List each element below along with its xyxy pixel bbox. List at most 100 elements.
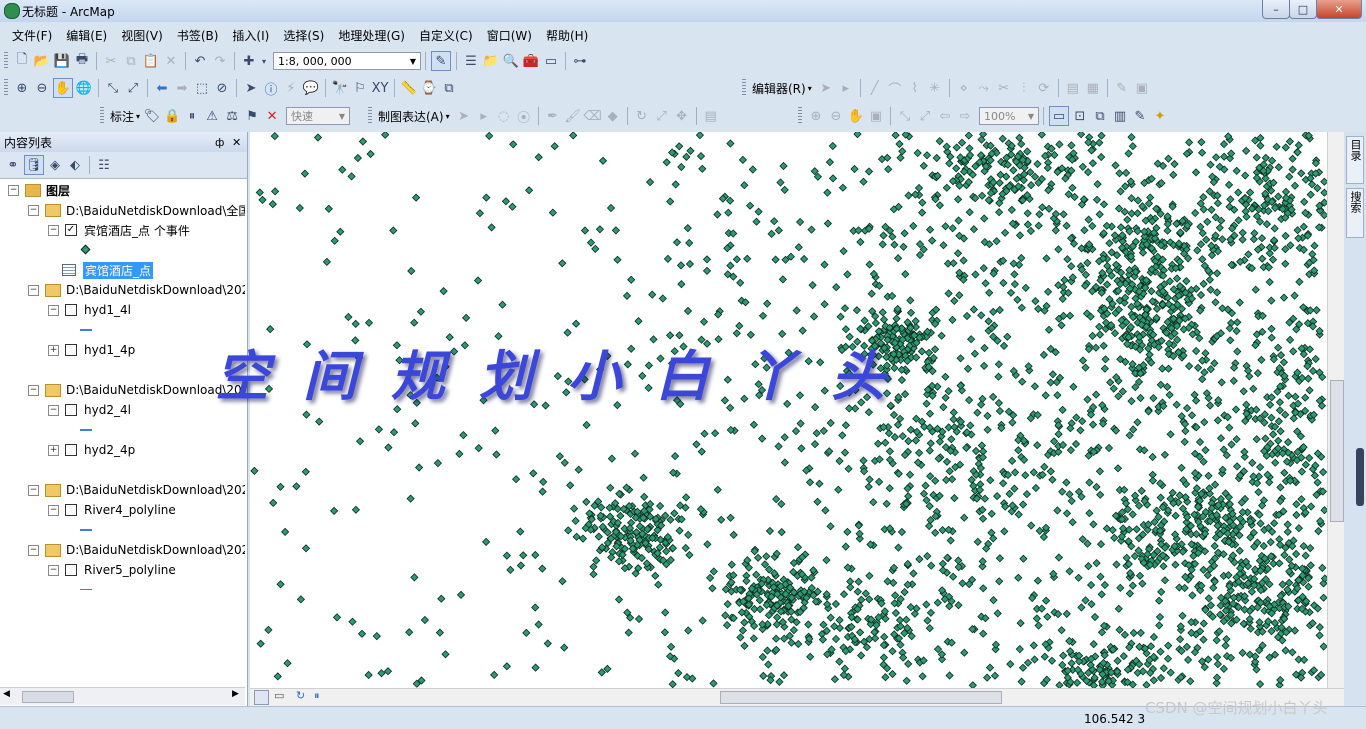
layer-visibility-checkbox[interactable] bbox=[65, 344, 77, 356]
arctoolbox-icon[interactable]: 🧰 bbox=[522, 52, 540, 70]
print-icon[interactable]: 🖶 bbox=[73, 52, 91, 70]
create-viewer-window-icon[interactable]: ⧉ bbox=[440, 79, 458, 97]
clear-selection-icon[interactable]: ⊘ bbox=[213, 79, 231, 97]
collapse-icon[interactable]: − bbox=[28, 544, 39, 556]
full-extent-globe-icon[interactable]: 🌐 bbox=[75, 79, 93, 97]
pan-hand-icon[interactable]: ✋ bbox=[53, 78, 73, 98]
new-sparkle-icon[interactable]: ✦ bbox=[1151, 107, 1169, 125]
hyperlink-icon[interactable]: ⚡ bbox=[282, 79, 300, 97]
zoom-in-icon[interactable]: ⊕ bbox=[13, 79, 31, 97]
pen-tool-icon[interactable]: ✒ bbox=[544, 107, 562, 125]
end-point-arc-icon[interactable]: ⌒ bbox=[886, 79, 904, 98]
data-driven-pages-icon[interactable]: ▥ bbox=[1111, 107, 1129, 125]
menu-customize[interactable]: 自定义(C) bbox=[413, 27, 479, 44]
label-weight-icon[interactable]: ⚖ bbox=[223, 107, 241, 125]
data-view-icon[interactable]: ▭ bbox=[274, 689, 284, 702]
menu-bookmarks[interactable]: 书签(B) bbox=[171, 27, 225, 44]
layer-visibility-checkbox[interactable] bbox=[65, 444, 77, 456]
lock-labels-icon[interactable]: 🔒 bbox=[163, 107, 181, 125]
label-priority-icon[interactable]: ⚑ bbox=[243, 107, 261, 125]
move-icon[interactable]: ✥ bbox=[673, 107, 691, 125]
map-scale-combobox[interactable]: 1:8, 000, 000 ▼ bbox=[273, 52, 421, 70]
menu-view[interactable]: 视图(V) bbox=[115, 27, 169, 44]
layers-root[interactable]: − 图层 bbox=[8, 181, 70, 199]
view-unplaced-labels-icon[interactable]: ⚠ bbox=[203, 107, 221, 125]
standalone-table-item[interactable]: 宾馆酒店_点 bbox=[62, 261, 154, 279]
direct-select-icon[interactable]: ▸ bbox=[475, 107, 493, 125]
expand-icon[interactable]: + bbox=[48, 344, 59, 356]
chevron-down-icon[interactable]: ▾ bbox=[260, 52, 268, 70]
expand-icon[interactable]: + bbox=[48, 444, 59, 456]
brush-tool-icon[interactable]: 🖌 bbox=[564, 107, 582, 125]
back-extent-page-icon[interactable]: ⇦ bbox=[936, 107, 954, 125]
representation-properties-icon[interactable]: ▤ bbox=[702, 107, 720, 125]
select-features-icon[interactable]: ⬚ bbox=[193, 79, 211, 97]
collapse-icon[interactable]: − bbox=[48, 564, 59, 576]
menu-geoprocessing[interactable]: 地理处理(G) bbox=[332, 27, 411, 44]
collapse-icon[interactable]: − bbox=[48, 404, 59, 416]
change-layout-icon[interactable]: ⧉ bbox=[1091, 107, 1109, 125]
collapse-icon[interactable]: − bbox=[28, 384, 39, 396]
layer-item[interactable]: + hyd1_4p bbox=[48, 341, 135, 359]
layer-item[interactable]: + hyd2_4p bbox=[48, 441, 135, 459]
layer-item[interactable]: − ✓ 宾馆酒店_点 个事件 bbox=[48, 221, 190, 239]
refresh-icon[interactable]: ↻ bbox=[296, 689, 305, 702]
source-folder[interactable]: − D:\BaiduNetdiskDownload\202 bbox=[28, 481, 245, 499]
select-representation-icon[interactable]: ➤ bbox=[455, 107, 473, 125]
edit-tool-icon[interactable]: ➤ bbox=[817, 79, 835, 97]
layout-zoom-out-icon[interactable]: ⊖ bbox=[827, 107, 845, 125]
collapse-icon[interactable]: − bbox=[48, 304, 59, 316]
search-tab[interactable]: 搜索 bbox=[1346, 188, 1364, 238]
zoom-out-icon[interactable]: ⊖ bbox=[33, 79, 51, 97]
zoom-whole-page-icon[interactable]: ▣ bbox=[867, 107, 885, 125]
toc-horizontal-scrollbar[interactable]: ◀ ▶ bbox=[0, 687, 245, 705]
layout-pan-icon[interactable]: ✋ bbox=[847, 107, 865, 125]
time-slider-icon[interactable]: ⌚ bbox=[420, 79, 438, 97]
rotate-icon[interactable]: ⟳ bbox=[1035, 79, 1053, 97]
open-folder-icon[interactable]: 📂 bbox=[33, 52, 51, 70]
layer-item[interactable]: − hyd2_4l bbox=[48, 401, 131, 419]
back-arrow-icon[interactable]: ⬅ bbox=[153, 79, 171, 97]
close-icon[interactable]: ✕ bbox=[232, 136, 241, 149]
edit-pencil-icon[interactable]: ✎ bbox=[1131, 107, 1149, 125]
pause-drawing-icon[interactable]: ⏸ bbox=[314, 689, 320, 703]
toolbar-grip[interactable] bbox=[4, 52, 8, 70]
html-popup-icon[interactable]: 💬 bbox=[302, 79, 320, 97]
select-elements-arrow-icon[interactable]: ➤ bbox=[242, 79, 260, 97]
identify-info-icon[interactable]: ⓘ bbox=[262, 79, 280, 98]
fixed-zoom-out-page-icon[interactable]: ⤢ bbox=[916, 107, 934, 125]
lasso-select-icon[interactable]: ◌ bbox=[495, 107, 513, 125]
undo-icon[interactable]: ↶ bbox=[191, 52, 209, 70]
trace-icon[interactable]: ⌇ bbox=[906, 79, 924, 97]
editor-toolbar-icon[interactable]: ✎ bbox=[431, 51, 451, 71]
close-button[interactable]: ✕ bbox=[1316, 0, 1362, 19]
layer-item[interactable]: − River4_polyline bbox=[48, 501, 176, 519]
layout-zoom-in-icon[interactable]: ⊕ bbox=[807, 107, 825, 125]
new-document-icon[interactable]: 🗋 bbox=[13, 52, 31, 70]
delete-icon[interactable]: ✕ bbox=[162, 52, 180, 70]
menu-selection[interactable]: 选择(S) bbox=[277, 27, 330, 44]
layer-item[interactable]: − hyd1_4l bbox=[48, 301, 131, 319]
dock-handle[interactable] bbox=[1356, 448, 1364, 506]
collapse-icon[interactable]: − bbox=[28, 484, 39, 496]
cut-icon[interactable]: ✂ bbox=[102, 52, 120, 70]
forward-extent-page-icon[interactable]: ⇨ bbox=[956, 107, 974, 125]
pin-icon[interactable]: ф bbox=[215, 136, 224, 149]
fixed-zoom-in-page-icon[interactable]: ⤡ bbox=[896, 107, 914, 125]
select-by-rule-icon[interactable]: ⦿ bbox=[515, 107, 533, 126]
find-binoculars-icon[interactable]: 🔭 bbox=[331, 79, 349, 97]
find-route-icon[interactable]: ⚐ bbox=[351, 79, 369, 97]
create-features-icon[interactable]: ✎ bbox=[1113, 79, 1131, 97]
edit-annotation-icon[interactable]: ▸ bbox=[837, 79, 855, 97]
map-vertical-scrollbar[interactable] bbox=[1327, 132, 1345, 688]
cut-polygons-icon[interactable]: ✂ bbox=[995, 79, 1013, 97]
zoom-percent-combobox[interactable]: 100% ▼ bbox=[979, 107, 1039, 125]
labeling-menu[interactable]: 标注 bbox=[108, 108, 136, 125]
collapse-icon[interactable]: − bbox=[48, 504, 59, 516]
maximize-button[interactable]: □ bbox=[1289, 0, 1317, 19]
sketch-properties-icon[interactable]: ▦ bbox=[1084, 79, 1102, 97]
fixed-zoom-out-icon[interactable]: ⤢ bbox=[124, 79, 142, 97]
fixed-zoom-in-icon[interactable]: ⤡ bbox=[104, 79, 122, 97]
model-builder-icon[interactable]: ⊶ bbox=[571, 52, 589, 70]
attributes-icon[interactable]: ▤ bbox=[1064, 79, 1082, 97]
